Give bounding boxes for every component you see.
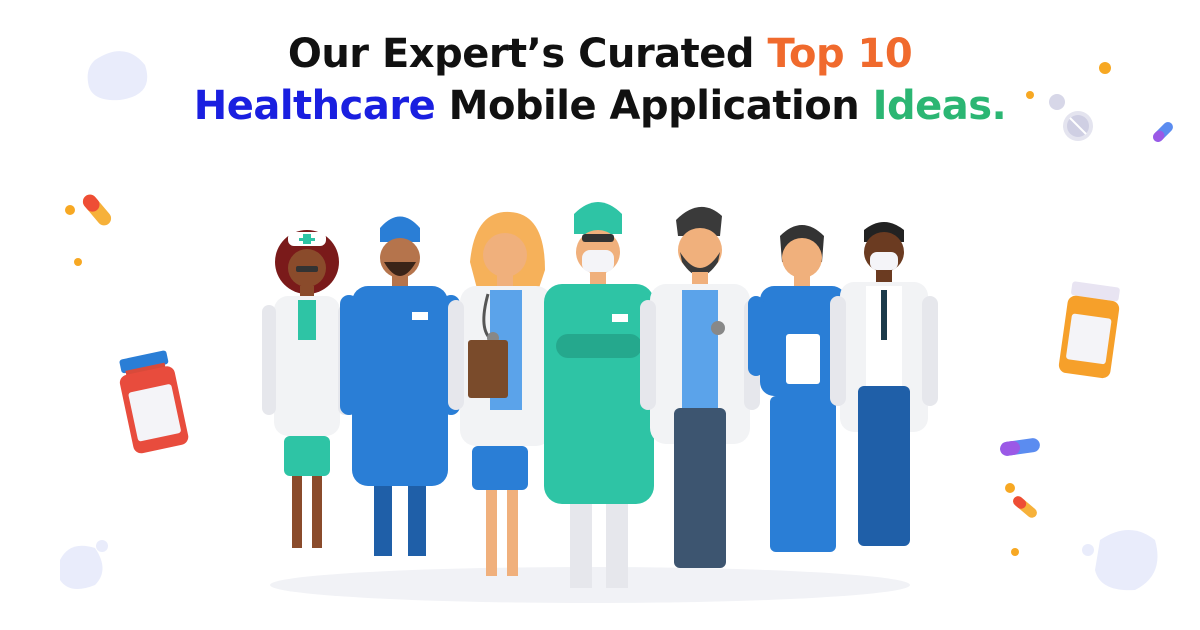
bearded-doctor-figure (640, 206, 760, 568)
blob-decoration (1082, 544, 1094, 556)
doctor-mask-figure (830, 222, 938, 546)
dot-decoration (65, 205, 75, 215)
doctor-blue-scrubs-figure (340, 216, 460, 556)
dot-decoration (1026, 91, 1034, 99)
tablet-icon (1049, 94, 1093, 141)
medical-staff-illustration (60, 51, 1173, 603)
capsule-icon (1013, 496, 1037, 518)
pill-bottle-red-icon (119, 350, 189, 454)
blob-decoration (1095, 530, 1158, 591)
blob-decoration (87, 51, 148, 101)
capsule-icon (1000, 438, 1040, 456)
dot-decoration (1005, 483, 1015, 493)
capsule-icon (82, 194, 112, 226)
blob-decoration (60, 545, 103, 589)
capsule-icon (1153, 122, 1173, 142)
blob-decoration (96, 540, 108, 552)
nurse-figure (262, 230, 352, 548)
dot-decoration (74, 258, 82, 266)
dot-decoration (1099, 62, 1111, 74)
dot-decoration (1011, 548, 1019, 556)
surgeon-figure (544, 202, 654, 588)
pill-bottle-orange-icon (1058, 281, 1120, 379)
